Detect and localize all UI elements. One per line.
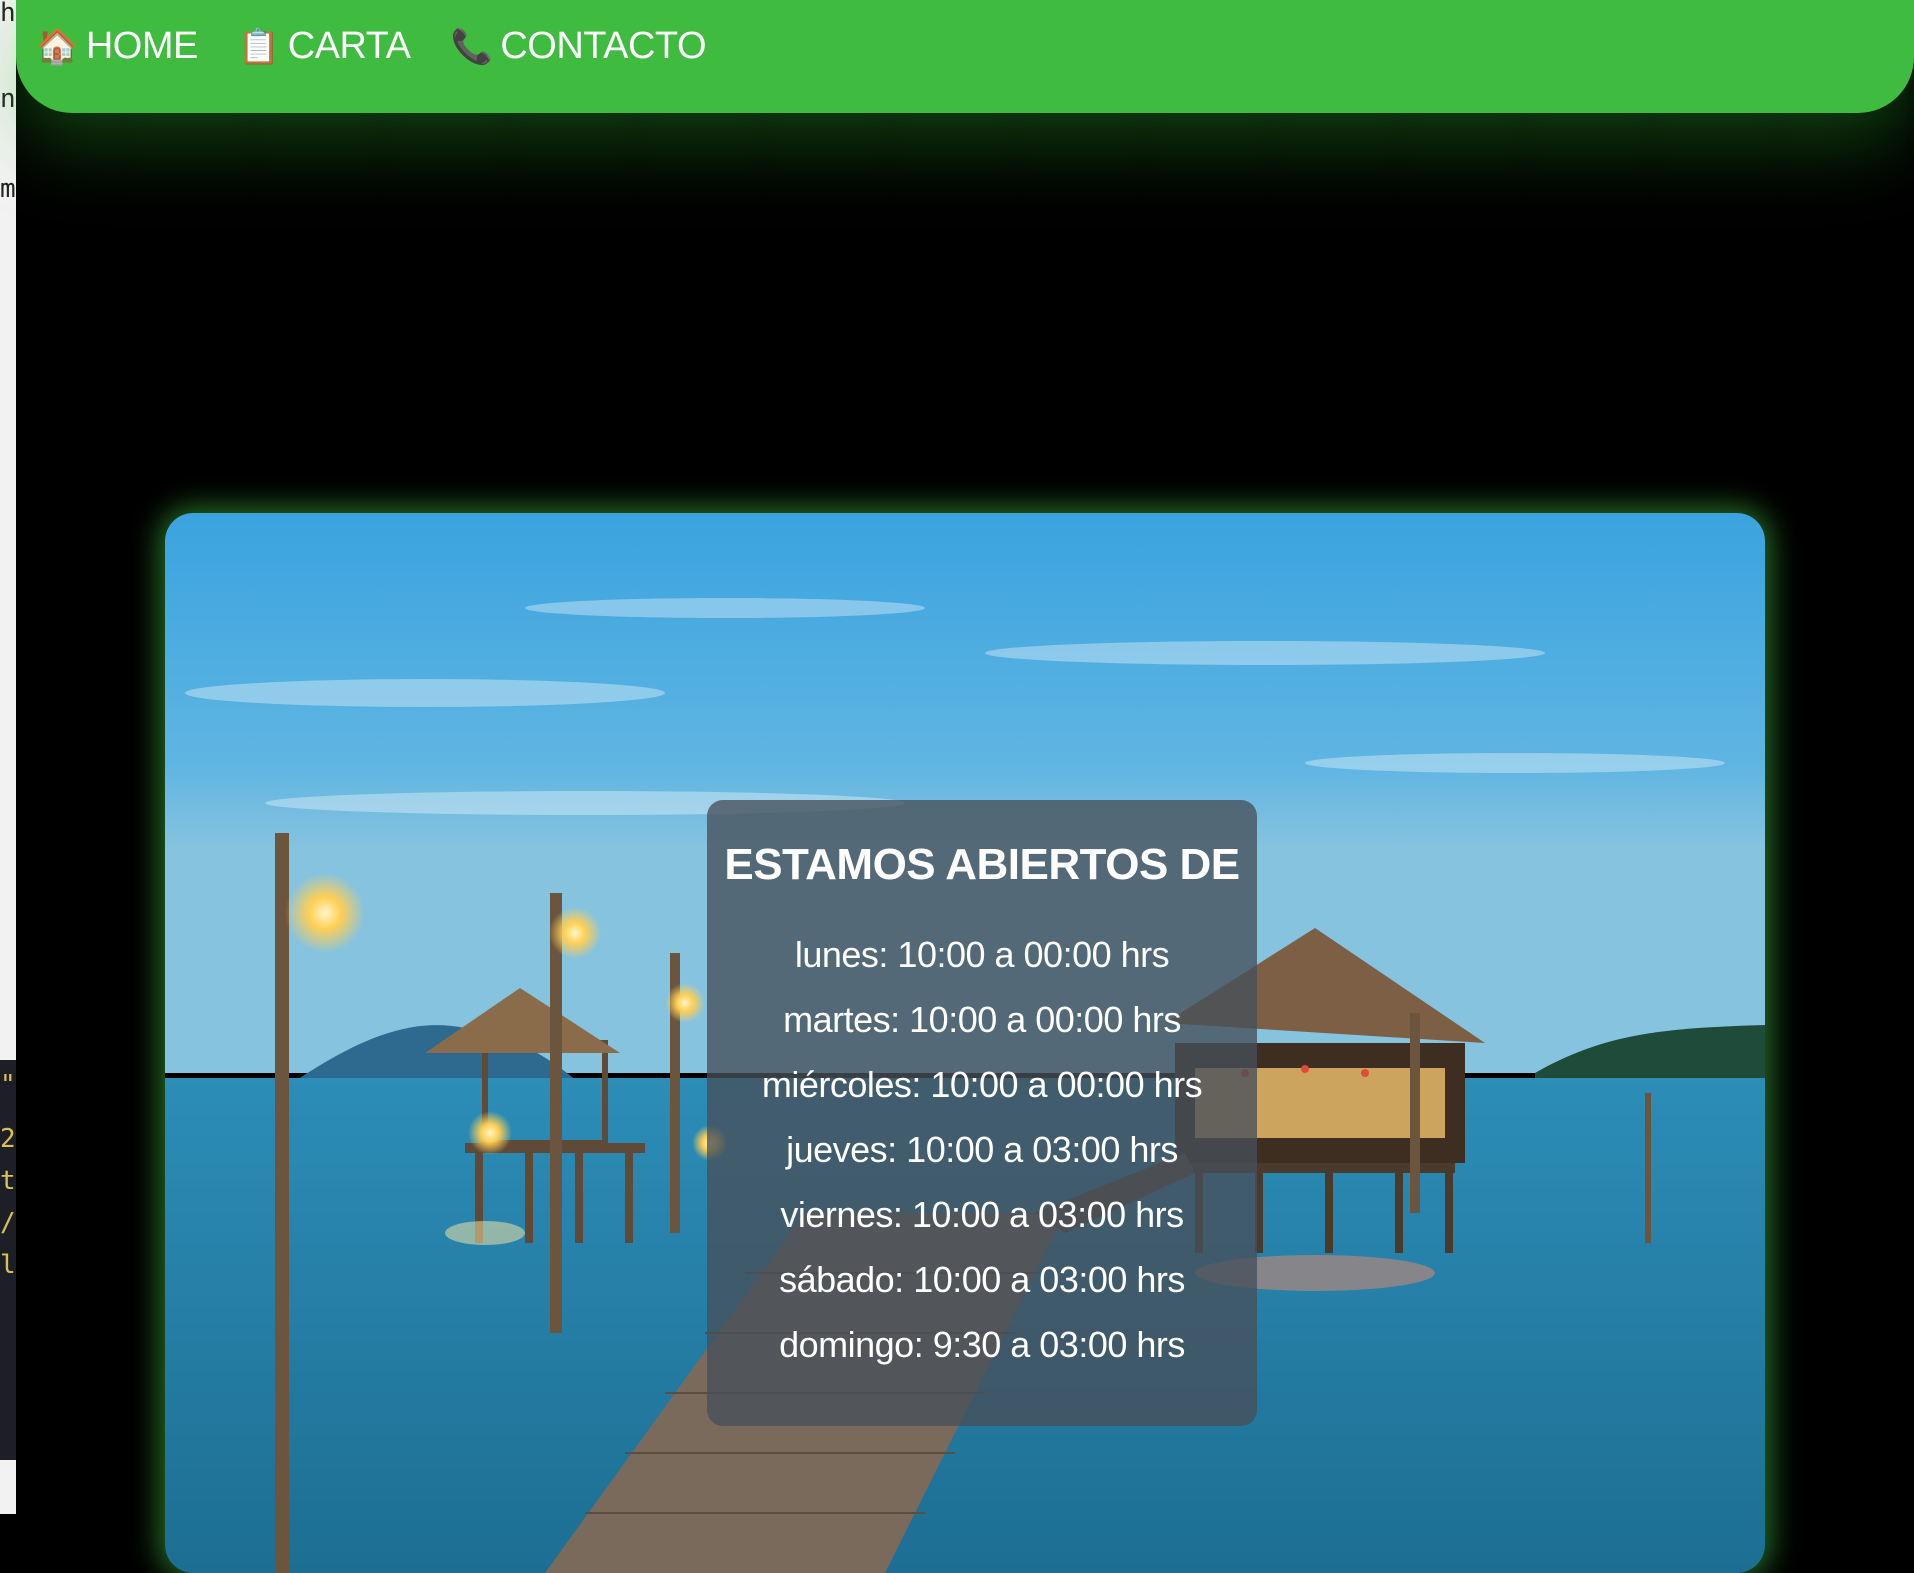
- editor-text-fragment: m: [0, 174, 16, 204]
- background-editor-strip: h nl m " 2 t / l: [0, 0, 16, 1514]
- hours-monday: lunes: 10:00 a 00:00 hrs: [794, 934, 1170, 975]
- nav-carta-link[interactable]: 📋 CARTA: [238, 25, 411, 68]
- nav-home-link[interactable]: 🏠 HOME: [36, 25, 198, 68]
- opening-hours-list: lunes: 10:00 a 00:00 hrs martes: 10:00 a…: [707, 922, 1257, 1377]
- editor-text-fragment: t: [0, 1166, 16, 1196]
- house-icon: 🏠: [36, 27, 78, 66]
- restaurant-page: 🏠 HOME 📋 CARTA 📞 CONTACTO ESTAMOS ABIERT…: [16, 0, 1914, 1573]
- hours-friday: viernes: 10:00 a 03:00 hrs: [780, 1194, 1184, 1235]
- editor-text-fragment: l: [0, 1250, 16, 1280]
- clipboard-icon: 📋: [237, 27, 280, 66]
- hero-image-section: ESTAMOS ABIERTOS DE lunes: 10:00 a 00:00…: [165, 513, 1765, 1573]
- hours-saturday: sábado: 10:00 a 03:00 hrs: [779, 1259, 1185, 1300]
- hours-thursday: jueves: 10:00 a 03:00 hrs: [786, 1129, 1178, 1170]
- editor-text-fragment: /: [0, 1208, 16, 1238]
- editor-text-fragment: nl: [0, 84, 16, 114]
- editor-text-fragment: ": [0, 1070, 16, 1100]
- top-navbar: 🏠 HOME 📋 CARTA 📞 CONTACTO: [16, 0, 1914, 113]
- nav-contacto-link[interactable]: 📞 CONTACTO: [450, 25, 706, 68]
- nav-home-label: HOME: [85, 25, 199, 67]
- editor-text-fragment: h: [0, 0, 16, 28]
- telephone-icon: 📞: [450, 27, 493, 66]
- nav-carta-label: CARTA: [287, 25, 411, 67]
- hours-wednesday: miércoles: 10:00 a 00:00 hrs: [761, 1064, 1203, 1105]
- editor-text-fragment: 2: [0, 1124, 16, 1154]
- opening-hours-title: ESTAMOS ABIERTOS DE: [724, 840, 1240, 889]
- hours-sunday: domingo: 9:30 a 03:00 hrs: [779, 1324, 1185, 1365]
- hours-tuesday: martes: 10:00 a 00:00 hrs: [783, 999, 1181, 1040]
- opening-hours-card: ESTAMOS ABIERTOS DE lunes: 10:00 a 00:00…: [707, 800, 1257, 1426]
- nav-contacto-label: CONTACTO: [500, 25, 707, 67]
